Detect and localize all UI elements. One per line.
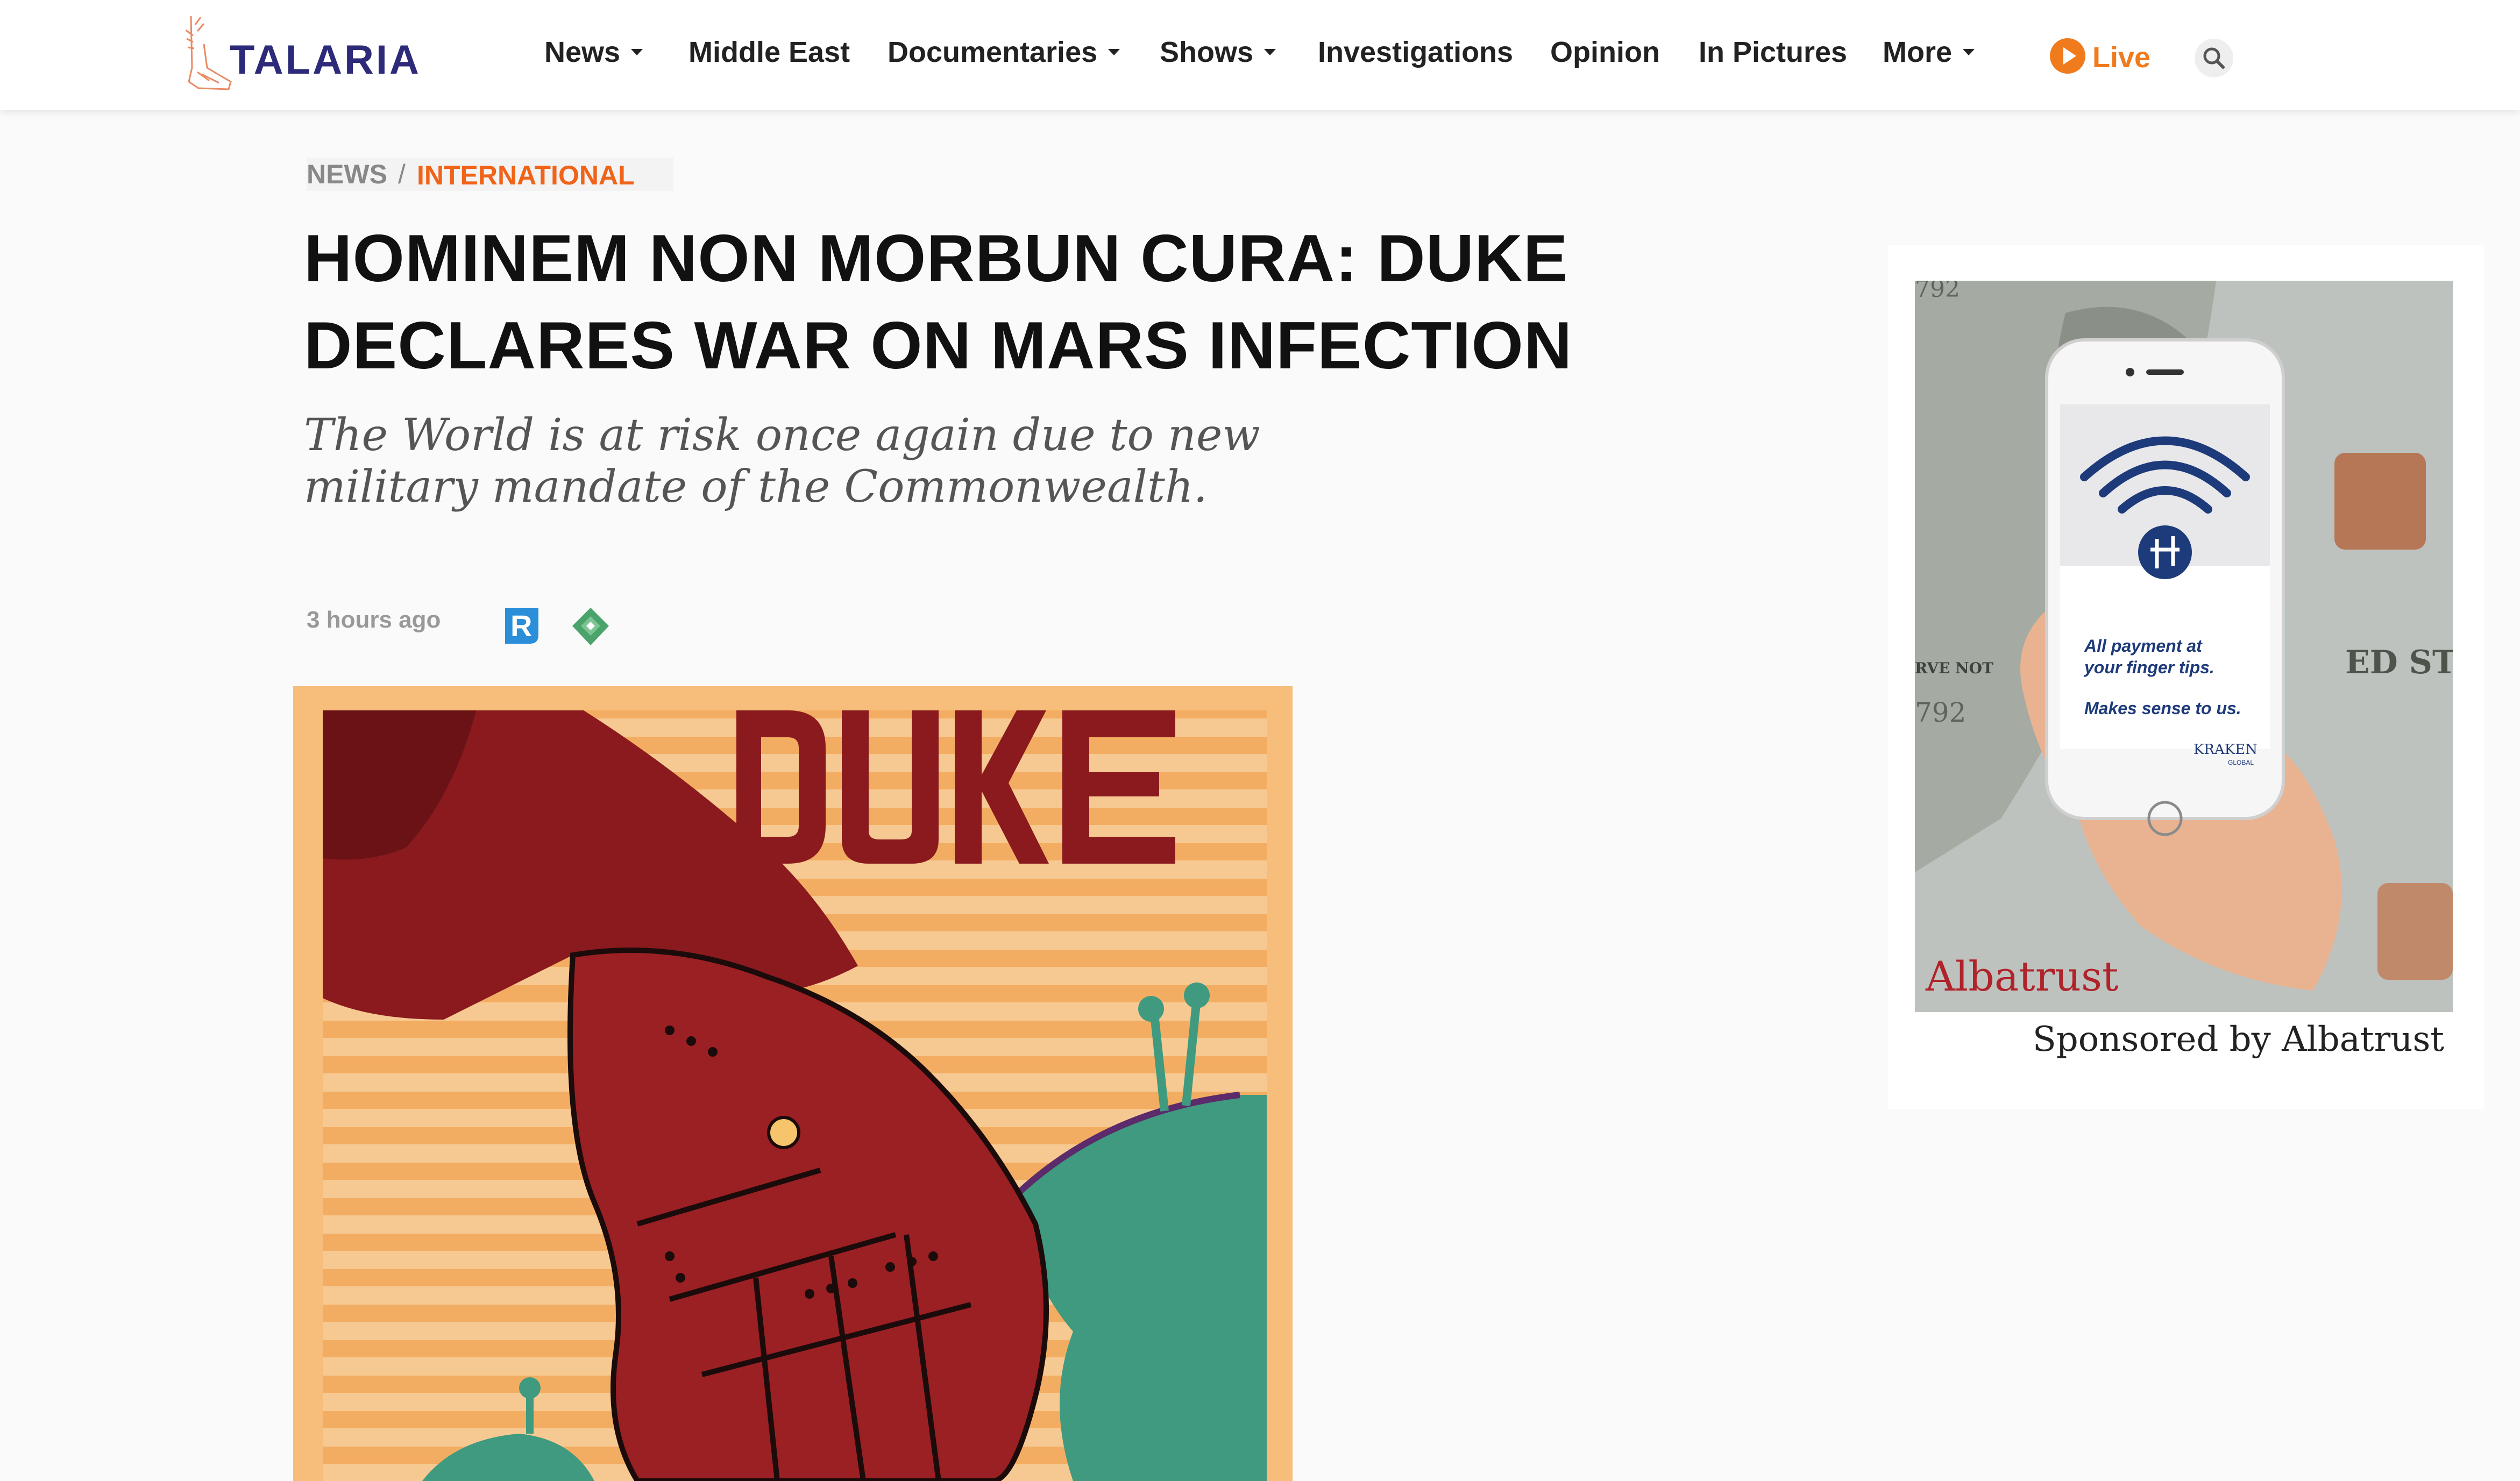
r-share-icon[interactable]: R [503,605,542,647]
breadcrumb-international[interactable]: INTERNATIONAL [417,160,635,191]
chevron-down-icon [1108,48,1120,55]
ad-brand-wordmark: Albatrust [1925,952,2119,1000]
svg-text:792: 792 [1915,697,1966,728]
ad-phone-brand-sub: GLOBAL [2228,759,2254,766]
nav-label: Documentaries [888,36,1098,68]
nav-item-investigations[interactable]: Investigations [1318,35,1513,69]
site-logo[interactable]: TALARIA [186,14,419,95]
article-timestamp: 3 hours ago [307,607,441,633]
nav-label: More [1883,36,1953,68]
chevron-down-icon [1963,48,1975,55]
svg-text:792: 792 [1915,281,1960,303]
nav-label: News [544,36,621,68]
nav-label: Middle East [688,36,850,68]
svg-text:R: R [510,609,532,643]
nav-item-documentaries[interactable]: Documentaries [888,35,1120,69]
search-icon [2203,47,2225,69]
nav-item-middle-east[interactable]: Middle East [688,35,850,69]
breadcrumb-separator: / [398,159,406,189]
foot-logo-icon [186,16,232,90]
breadcrumb: NEWS / INTERNATIONAL [307,158,673,191]
article-headline: HOMINEM NON MORBUN CURA: DUKE DECLARES W… [304,222,1573,383]
nav-label: Investigations [1318,36,1514,68]
live-label: Live [2092,41,2151,74]
article-subheadline: The World is at risk once again due to n… [304,410,1260,512]
ad-image: 792 792 RVE NOT ED ST All payment at you… [1915,281,2453,1012]
brand-name: TALARIA [230,37,421,83]
svg-text:RVE NOT: RVE NOT [1915,659,1993,677]
sponsored-ad[interactable]: 792 792 RVE NOT ED ST All payment at you… [1888,245,2484,1109]
nav-item-more[interactable]: More [1883,35,1975,69]
ad-caption: Sponsored by Albatrust [2032,1020,2444,1059]
hero-image [293,686,1293,1481]
feedly-share-icon[interactable] [571,606,610,647]
nav-item-news[interactable]: News [544,35,643,69]
svg-text:ED ST: ED ST [2345,644,2453,681]
nav-item-in-pictures[interactable]: In Pictures [1699,35,1847,69]
ad-phone-line-1: All payment at [2084,636,2203,656]
nav-item-opinion[interactable]: Opinion [1550,35,1660,69]
search-button[interactable] [2195,39,2233,77]
site-header: TALARIA News Middle East Documentaries S… [0,0,2520,110]
nav-label: In Pictures [1699,36,1848,68]
nav-label: Opinion [1550,36,1660,68]
breadcrumb-news[interactable]: NEWS [307,159,387,190]
ad-phone-line-2: your finger tips. [2083,658,2214,677]
nav-item-shows[interactable]: Shows [1160,35,1276,69]
ad-phone-line-3: Makes sense to us. [2084,699,2241,718]
ad-phone-brand: KRAKEN [2194,742,2258,758]
nav-label: Shows [1160,36,1254,68]
chevron-down-icon [631,48,643,55]
play-icon [2050,38,2085,74]
chevron-down-icon [1264,48,1276,55]
